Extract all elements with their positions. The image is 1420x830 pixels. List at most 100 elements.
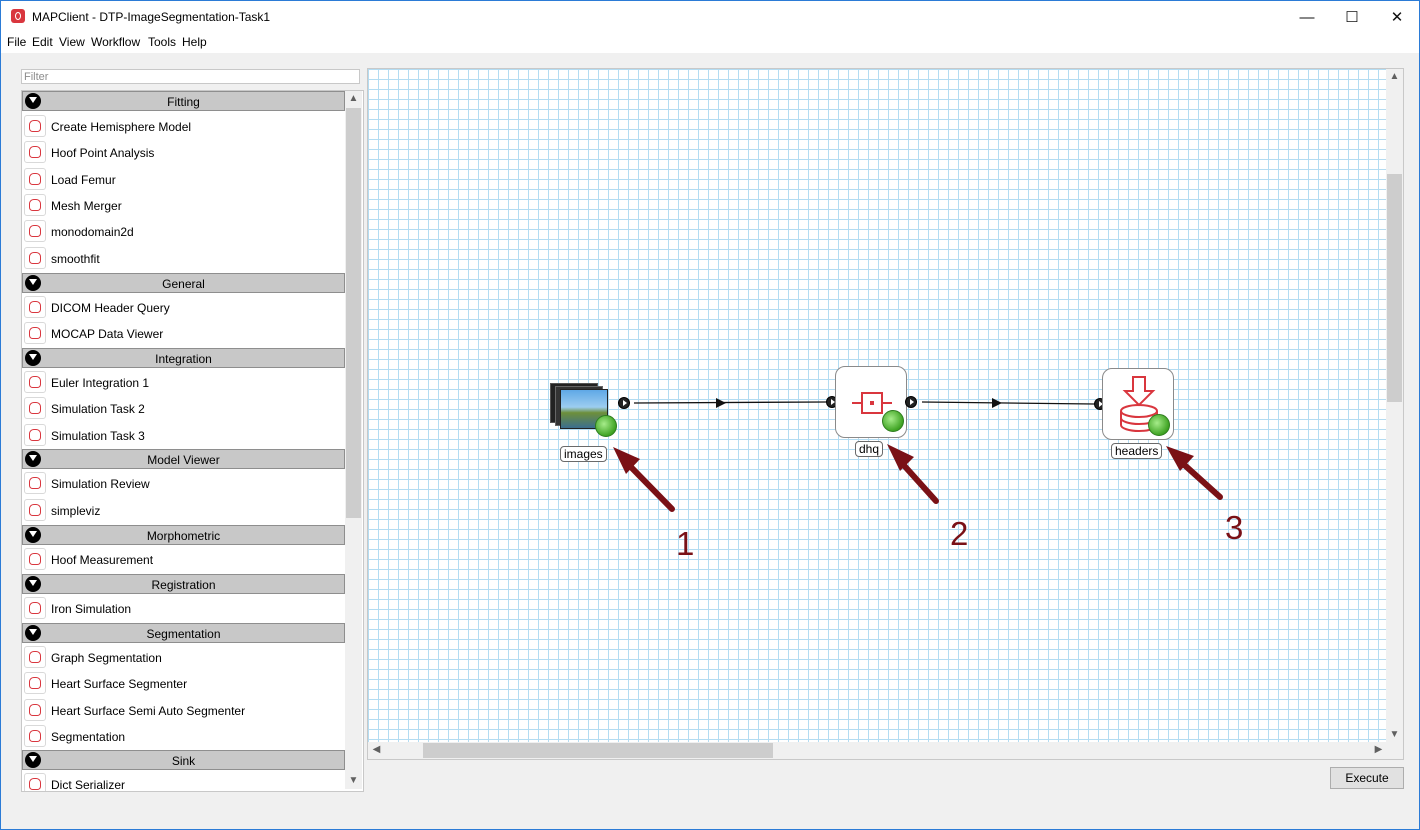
step-icon: [24, 646, 46, 668]
scroll-left-icon[interactable]: ◀: [368, 744, 385, 755]
step-icon: [24, 472, 46, 494]
connection-arrow: [992, 398, 1002, 408]
output-port[interactable]: [618, 397, 630, 409]
scrollbar-thumb[interactable]: [1387, 174, 1402, 402]
category-label: Segmentation: [146, 627, 221, 641]
step-icon: [24, 672, 46, 694]
category-morphometric[interactable]: Morphometric: [22, 525, 345, 545]
category-label: Sink: [171, 754, 196, 768]
scroll-up-icon[interactable]: ▲: [345, 93, 362, 104]
filter-input[interactable]: [21, 69, 360, 84]
main-window: MAPClient - DTP-ImageSegmentation-Task1 …: [0, 0, 1420, 830]
execute-button[interactable]: Execute: [1330, 767, 1404, 789]
menu-edit[interactable]: Edit: [32, 35, 53, 49]
close-button[interactable]: ✕: [1374, 1, 1419, 33]
step-monodomain2d[interactable]: monodomain2d: [22, 219, 345, 245]
app-icon: [11, 9, 25, 23]
step-heart-surface-segmenter[interactable]: Heart Surface Segmenter: [22, 671, 345, 697]
node-label: images: [560, 446, 607, 462]
step-smoothfit[interactable]: smoothfit: [22, 246, 345, 272]
category-registration[interactable]: Registration: [22, 574, 345, 594]
step-mesh-merger[interactable]: Mesh Merger: [22, 193, 345, 219]
category-label: Model Viewer: [147, 453, 220, 467]
step-label: Segmentation: [51, 730, 126, 744]
step-iron-simulation[interactable]: Iron Simulation: [22, 596, 345, 622]
step-create-hemisphere-model[interactable]: Create Hemisphere Model: [22, 114, 345, 140]
menu-workflow[interactable]: Workflow: [91, 35, 140, 49]
step-icon: [24, 597, 46, 619]
node-label: dhq: [855, 441, 884, 457]
minimize-button[interactable]: —: [1284, 1, 1330, 33]
maximize-button[interactable]: ☐: [1329, 1, 1375, 33]
connection-line[interactable]: [633, 401, 827, 404]
category-sink[interactable]: Sink: [22, 750, 345, 770]
step-label: Euler Integration 1: [51, 376, 150, 390]
step-segmentation[interactable]: Segmentation: [22, 724, 345, 750]
step-icon: [24, 499, 46, 521]
category-integration[interactable]: Integration: [22, 348, 345, 368]
step-label: Load Femur: [51, 173, 116, 187]
scroll-down-icon[interactable]: ▼: [1386, 729, 1403, 740]
node-label: headers: [1111, 443, 1163, 459]
scroll-up-icon[interactable]: ▲: [1386, 71, 1403, 82]
step-dicom-header-query[interactable]: DICOM Header Query: [22, 295, 345, 321]
menu-tools[interactable]: Tools: [148, 35, 176, 49]
category-model-viewer[interactable]: Model Viewer: [22, 449, 345, 469]
step-label: Graph Segmentation: [51, 651, 162, 665]
step-hoof-measurement[interactable]: Hoof Measurement: [22, 547, 345, 573]
canvas-vertical-scrollbar[interactable]: ▲ ▼: [1386, 69, 1403, 744]
connection-line[interactable]: [921, 401, 1095, 405]
step-simulation-task-2[interactable]: Simulation Task 2: [22, 396, 345, 422]
step-simulation-task-3[interactable]: Simulation Task 3: [22, 423, 345, 449]
connection-arrow: [716, 398, 726, 408]
step-simpleviz[interactable]: simpleviz: [22, 498, 345, 524]
menu-file[interactable]: File: [7, 35, 26, 49]
window-title: MAPClient - DTP-ImageSegmentation-Task1: [32, 10, 271, 24]
step-icon: [24, 115, 46, 137]
step-label: simpleviz: [51, 504, 101, 518]
category-general[interactable]: General: [22, 273, 345, 293]
output-port[interactable]: [905, 396, 917, 408]
menu-bar: File Edit View Workflow Tools Help: [1, 33, 1419, 53]
step-euler-integration-1[interactable]: Euler Integration 1: [22, 370, 345, 396]
annotation-number-2: 2: [950, 515, 969, 552]
step-icon: [24, 322, 46, 344]
status-ok-icon: [595, 415, 617, 437]
status-ok-icon: [1148, 414, 1170, 436]
menu-view[interactable]: View: [59, 35, 85, 49]
category-fitting[interactable]: Fitting: [22, 91, 345, 111]
step-mocap-data-viewer[interactable]: MOCAP Data Viewer: [22, 321, 345, 347]
workflow-node-headers[interactable]: headers: [1092, 367, 1202, 465]
workflow-canvas[interactable]: images dhq headers 1 2 3 ▲ ▼ ◀ ▶: [367, 68, 1404, 760]
step-label: Hoof Measurement: [51, 553, 154, 567]
step-label: Iron Simulation: [51, 602, 132, 616]
scroll-down-icon[interactable]: ▼: [345, 775, 362, 786]
workflow-node-images[interactable]: images: [548, 375, 638, 471]
canvas-horizontal-scrollbar[interactable]: ◀ ▶: [368, 742, 1388, 759]
step-load-femur[interactable]: Load Femur: [22, 167, 345, 193]
step-heart-surface-semi-auto-segmenter[interactable]: Heart Surface Semi Auto Segmenter: [22, 698, 345, 724]
step-dict-serializer[interactable]: Dict Serializer: [22, 772, 345, 791]
step-simulation-review[interactable]: Simulation Review: [22, 471, 345, 497]
category-segmentation[interactable]: Segmentation: [22, 623, 345, 643]
step-icon: [24, 699, 46, 721]
category-label: Integration: [155, 352, 212, 366]
step-icon: [24, 424, 46, 446]
category-label: General: [162, 277, 205, 291]
step-label: smoothfit: [51, 252, 100, 266]
step-graph-segmentation[interactable]: Graph Segmentation: [22, 645, 345, 671]
scrollbar-thumb[interactable]: [423, 743, 773, 758]
scroll-right-icon[interactable]: ▶: [1370, 744, 1387, 755]
workflow-node-dhq[interactable]: dhq: [826, 365, 926, 465]
scrollbar-thumb[interactable]: [346, 108, 361, 518]
step-icon: [24, 773, 46, 791]
step-label: Mesh Merger: [51, 199, 122, 213]
step-hoof-point-analysis[interactable]: Hoof Point Analysis: [22, 140, 345, 166]
step-icon: [24, 548, 46, 570]
title-bar: MAPClient - DTP-ImageSegmentation-Task1 …: [1, 1, 1419, 33]
category-label: Fitting: [167, 95, 200, 109]
step-icon: [24, 168, 46, 190]
step-list-scrollbar[interactable]: ▲ ▼: [345, 91, 362, 789]
step-icon: [24, 220, 46, 242]
menu-help[interactable]: Help: [182, 35, 207, 49]
